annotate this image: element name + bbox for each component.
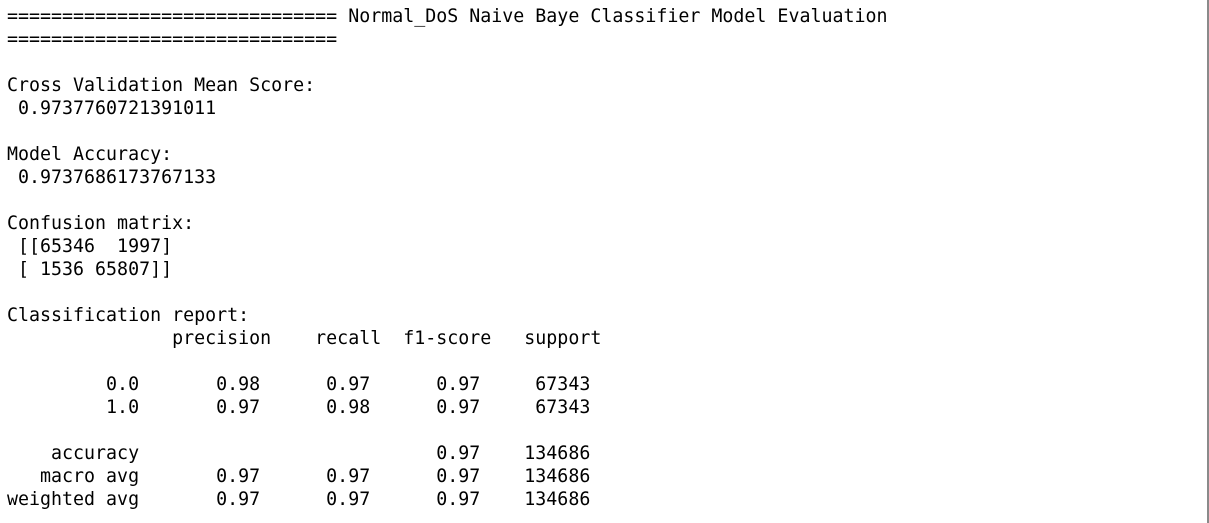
console-output-window: ============================== Normal_Do… (0, 0, 1209, 523)
confusion-matrix-row-1: [[65346 1997] (7, 236, 173, 257)
evaluation-report-text[interactable]: ============================== Normal_Do… (7, 5, 888, 511)
report-row-class-0: 0.0 0.98 0.97 0.97 67343 (7, 374, 591, 395)
accuracy-value: 0.9737686173767133 (7, 167, 217, 188)
separator-line: ============================== (7, 29, 338, 50)
accuracy-label: Model Accuracy: (7, 144, 173, 165)
report-row-class-1: 1.0 0.97 0.98 0.97 67343 (7, 397, 591, 418)
report-row-macro-avg: macro avg 0.97 0.97 0.97 134686 (7, 466, 591, 487)
report-row-weighted-avg: weighted avg 0.97 0.97 0.97 134686 (7, 489, 591, 510)
classification-report-label: Classification report: (7, 305, 250, 326)
confusion-matrix-label: Confusion matrix: (7, 213, 195, 234)
cv-score-value: 0.9737760721391011 (7, 98, 217, 119)
cv-score-label: Cross Validation Mean Score: (7, 75, 316, 96)
report-header-row: precision recall f1-score support (7, 328, 602, 349)
title-line: ============================== Normal_Do… (7, 6, 888, 27)
confusion-matrix-row-2: [ 1536 65807]] (7, 259, 173, 280)
report-row-accuracy: accuracy 0.97 134686 (7, 443, 591, 464)
